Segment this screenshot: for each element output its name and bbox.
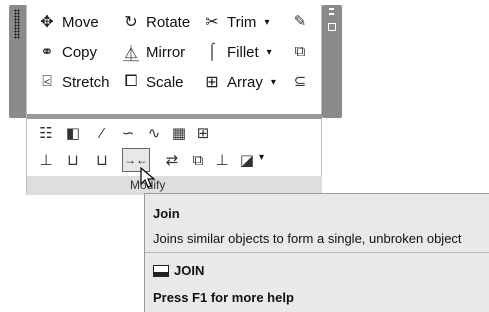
fillet-button[interactable]: ⌠ Fillet ▾ — [203, 41, 272, 63]
trim-label: Trim — [227, 13, 257, 31]
reverse-icon[interactable]: ⇄ — [161, 149, 183, 171]
tooltip-description: Joins similar objects to form a single, … — [153, 231, 462, 246]
array-icon: ⊞ — [205, 74, 219, 91]
array-dropdown-icon[interactable]: ▾ — [271, 77, 276, 88]
break-at-point-icon[interactable]: ⊥ — [35, 149, 57, 171]
panel-options-icon[interactable] — [328, 23, 336, 31]
panel-separator — [27, 114, 322, 119]
tooltip-help: Press F1 for more help — [153, 290, 294, 305]
tooltip: Join Joins similar objects to form a sin… — [144, 193, 489, 312]
scale-icon: ⧠ — [124, 73, 138, 90]
tooltip-command: JOIN — [153, 263, 204, 278]
overkill-icon[interactable]: ⧉ — [187, 149, 209, 171]
fillet-label: Fillet — [227, 43, 259, 61]
fillet-dropdown-icon[interactable]: ▾ — [267, 47, 272, 58]
fillet-icon: ⌠ — [207, 43, 217, 60]
change-space-icon[interactable]: ◧ — [62, 122, 84, 144]
stretch-button[interactable]: ⍃ Stretch — [38, 71, 110, 93]
edit-hatch-icon[interactable]: ▦ — [168, 122, 190, 144]
erase-icon[interactable]: ✎ — [289, 10, 311, 32]
copy-label: Copy — [62, 43, 98, 61]
grip-dots — [14, 9, 20, 39]
trim-dropdown-icon[interactable]: ▾ — [264, 17, 269, 28]
tooltip-command-name: JOIN — [174, 263, 205, 278]
scale-label: Scale — [146, 73, 184, 91]
rotate-icon: ↻ — [124, 14, 138, 31]
panel-grip-right[interactable] — [322, 5, 342, 118]
trim-icon: ✂ — [205, 14, 219, 31]
mirror-button[interactable]: ⏅ Mirror — [122, 41, 186, 64]
rotate-label: Rotate — [146, 13, 191, 31]
restore-panel-icon[interactable] — [329, 8, 334, 15]
move-label: Move — [62, 13, 99, 31]
mouse-cursor-icon — [140, 167, 156, 188]
trim-button[interactable]: ✂ Trim ▾ — [203, 11, 269, 33]
copy-icon: ⚭ — [40, 44, 54, 61]
array-button[interactable]: ⊞ Array ▾ — [203, 71, 276, 93]
explode-icon[interactable]: ⧉ — [289, 40, 311, 62]
lengthen-icon[interactable]: ⁄ — [91, 122, 113, 144]
edit-array-icon[interactable]: ⊞ — [192, 122, 214, 144]
mirror-label: Mirror — [146, 43, 186, 61]
edit-polyline-icon[interactable]: ∿ — [143, 122, 165, 144]
copy-button[interactable]: ⚭ Copy — [38, 41, 97, 63]
break-icon[interactable]: ⊔ — [62, 149, 84, 171]
match-properties-icon[interactable]: ☷ — [35, 122, 57, 144]
array-label: Array — [227, 73, 263, 91]
stretch-icon: ⍃ — [42, 73, 52, 90]
move-icon: ✥ — [40, 14, 54, 31]
scale-button[interactable]: ⧠ Scale — [122, 71, 184, 93]
draworder-dropdown-icon[interactable]: ▾ — [259, 152, 264, 163]
tooltip-divider — [145, 252, 489, 253]
command-line-icon — [153, 264, 169, 277]
panel-grip-left[interactable] — [9, 5, 27, 118]
align-icon[interactable]: ⊥ — [211, 149, 233, 171]
offset-icon[interactable]: ⊆ — [289, 70, 311, 92]
tooltip-title: Join — [153, 206, 180, 221]
join-icon: →← — [124, 153, 148, 167]
edit-spline-icon[interactable]: ∽ — [117, 122, 139, 144]
mirror-icon: ⏅ — [122, 46, 139, 63]
draworder-icon[interactable]: ◪ — [236, 149, 258, 171]
move-button[interactable]: ✥ Move — [38, 11, 99, 33]
rotate-button[interactable]: ↻ Rotate — [122, 11, 190, 33]
break-gap-icon[interactable]: ⊔ — [91, 149, 113, 171]
stretch-label: Stretch — [62, 73, 110, 91]
